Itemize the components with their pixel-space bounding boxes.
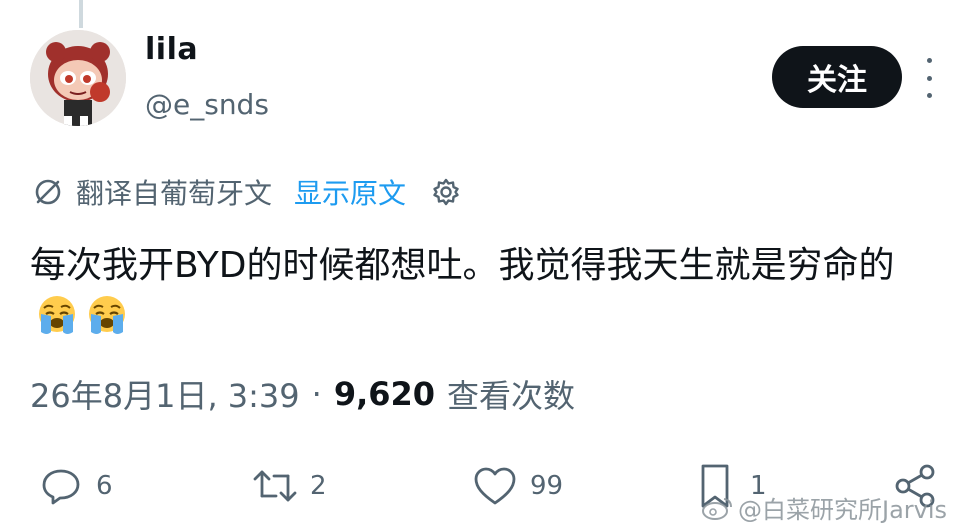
user-display-name[interactable]: lila: [145, 32, 198, 67]
thread-line: [79, 0, 83, 28]
crying-face-emoji: [84, 292, 130, 338]
like-count: 99: [530, 471, 564, 501]
translation-bar: 翻译自葡萄牙文 显示原文: [30, 172, 464, 212]
views-label: 查看次数: [447, 377, 576, 415]
crying-face-emoji: [34, 292, 80, 338]
meta-separator: ·: [311, 375, 322, 413]
heart-icon: [470, 461, 520, 511]
tweet-body: 每次我开BYD的时候都想吐。我觉得我天生就是穷命的: [30, 240, 950, 345]
more-options-icon[interactable]: [917, 58, 941, 98]
watermark: @白菜研究所Jarvis: [700, 490, 947, 525]
reply-count: 6: [96, 471, 113, 501]
tweet-meta: 26年8月1日, 3:39 · 9,620 查看次数: [30, 370, 575, 418]
watermark-text: @白菜研究所Jarvis: [738, 496, 948, 524]
retweet-count: 2: [310, 471, 327, 501]
follow-button[interactable]: 关注: [772, 46, 902, 108]
retweet-icon: [250, 461, 300, 511]
reply-button[interactable]: 6: [36, 456, 113, 516]
show-original-link[interactable]: 显示原文: [294, 172, 406, 212]
translated-from-label: 翻译自葡萄牙文: [76, 177, 273, 210]
tweet-timestamp[interactable]: 26年8月1日, 3:39: [30, 371, 300, 417]
reply-icon: [36, 461, 86, 511]
gear-icon[interactable]: [428, 174, 464, 210]
avatar-image: [30, 30, 126, 126]
retweet-button[interactable]: 2: [250, 456, 327, 516]
user-handle[interactable]: @e_snds: [145, 88, 269, 121]
translate-globe-icon: [30, 174, 66, 210]
tweet-text: 每次我开BYD的时候都想吐。我觉得我天生就是穷命的: [30, 245, 895, 286]
weibo-logo-icon: [702, 497, 732, 520]
avatar[interactable]: [30, 30, 126, 126]
views-count: 9,620: [333, 375, 436, 413]
like-button[interactable]: 99: [470, 456, 563, 516]
